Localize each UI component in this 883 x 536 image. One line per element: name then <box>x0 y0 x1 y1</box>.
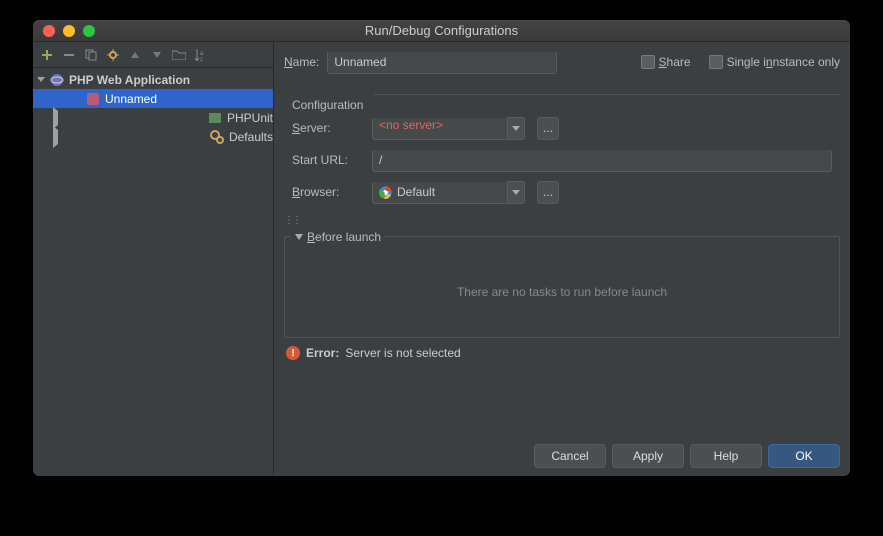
error-icon: ! <box>286 346 300 360</box>
titlebar: Run/Debug Configurations <box>33 20 850 42</box>
tree-node-unnamed[interactable]: Unnamed <box>33 89 273 108</box>
settings-icon[interactable] <box>103 45 123 65</box>
defaults-icon <box>209 129 225 145</box>
apply-button[interactable]: Apply <box>612 444 684 468</box>
browser-dropdown[interactable]: Default <box>372 181 525 204</box>
server-dropdown[interactable]: <no server> <box>372 117 525 140</box>
help-button[interactable]: Help <box>690 444 762 468</box>
tree-label: PHP Web Application <box>69 73 190 87</box>
folder-icon[interactable] <box>169 45 189 65</box>
tree-label: Defaults <box>229 130 273 144</box>
configuration-group: Configuration Server: <no server> ... St… <box>284 86 840 214</box>
tree-node-phpunit[interactable]: PHPUnit <box>33 108 273 127</box>
add-button[interactable] <box>37 45 57 65</box>
configuration-title: Configuration <box>292 98 832 112</box>
copy-button[interactable] <box>81 45 101 65</box>
sort-icon[interactable]: az <box>191 45 211 65</box>
error-text: Server is not selected <box>345 346 460 360</box>
start-url-field[interactable] <box>372 149 832 172</box>
window-title: Run/Debug Configurations <box>33 23 850 38</box>
server-value: <no server> <box>372 117 507 140</box>
browser-browse-button[interactable]: ... <box>537 181 559 204</box>
move-down-icon[interactable] <box>147 45 167 65</box>
error-label: Error: <box>306 346 339 360</box>
server-label: Server: <box>292 121 364 135</box>
chevron-down-icon[interactable] <box>295 234 303 240</box>
cancel-button[interactable]: Cancel <box>534 444 606 468</box>
name-label: Name: <box>284 55 319 69</box>
php-file-icon <box>85 91 101 107</box>
browser-value: Default <box>397 185 435 199</box>
maximize-icon[interactable] <box>83 25 95 37</box>
phpunit-icon <box>207 110 223 126</box>
tree-toolbar: az <box>33 42 273 68</box>
config-panel: Name: Share Single innstance only Config… <box>274 42 850 476</box>
dialog-buttons: Cancel Apply Help OK <box>284 438 840 468</box>
name-field[interactable] <box>327 51 557 74</box>
chevron-right-icon <box>53 126 205 148</box>
single-instance-checkbox[interactable]: Single innstance only <box>709 55 840 70</box>
tree-label: Unnamed <box>105 92 157 106</box>
chevron-down-icon <box>37 77 45 82</box>
tree-node-php-web-app[interactable]: PHP Web Application <box>33 70 273 89</box>
minimize-icon[interactable] <box>63 25 75 37</box>
ok-button[interactable]: OK <box>768 444 840 468</box>
tree-label: PHPUnit <box>227 111 273 125</box>
start-url-label: Start URL: <box>292 153 364 167</box>
php-web-icon <box>49 72 65 88</box>
close-icon[interactable] <box>43 25 55 37</box>
before-launch-title: Before launch <box>307 230 381 244</box>
server-browse-button[interactable]: ... <box>537 117 559 140</box>
before-launch-empty: There are no tasks to run before launch <box>285 247 839 337</box>
sidebar: az PHP Web Application Unnamed PHPUnit <box>33 42 274 476</box>
tree-node-defaults[interactable]: Defaults <box>33 127 273 146</box>
chevron-down-icon <box>507 117 525 140</box>
share-checkbox[interactable]: Share <box>641 55 691 70</box>
dialog-window: Run/Debug Configurations az PHP Web Appl… <box>33 20 850 476</box>
remove-button[interactable] <box>59 45 79 65</box>
config-tree[interactable]: PHP Web Application Unnamed PHPUnit Defa… <box>33 68 273 476</box>
move-up-icon[interactable] <box>125 45 145 65</box>
error-message: ! Error: Server is not selected <box>284 338 840 368</box>
chevron-down-icon <box>507 181 525 204</box>
chrome-icon <box>379 186 392 199</box>
splitter-gripper[interactable]: ⋮⋮ <box>284 220 840 226</box>
svg-text:z: z <box>200 57 203 61</box>
before-launch-group: Before launch There are no tasks to run … <box>284 236 840 338</box>
browser-label: Browser: <box>292 185 364 199</box>
